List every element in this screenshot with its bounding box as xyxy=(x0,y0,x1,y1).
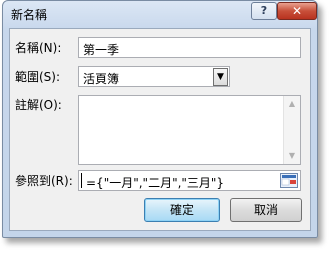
text-cursor xyxy=(81,173,82,188)
close-button[interactable]: ✕ xyxy=(277,2,317,20)
comment-textarea[interactable]: ▲ ▼ xyxy=(78,95,301,165)
name-input[interactable]: 第一季 xyxy=(78,37,301,58)
refers-to-input[interactable]: ={"一月","二月","三月"} xyxy=(78,170,301,191)
scope-label: 範圍(S): xyxy=(15,70,61,84)
scope-select[interactable]: 活頁簿 ▼ xyxy=(78,66,230,87)
name-label: 名稱(N): xyxy=(15,41,62,55)
refers-to-value: ={"一月","二月","三月"} xyxy=(86,176,225,190)
arrow-down-icon[interactable]: ▼ xyxy=(284,148,300,164)
scope-select-value: 活頁簿 xyxy=(83,72,120,86)
arrow-up-icon[interactable]: ▲ xyxy=(284,96,300,112)
help-button[interactable]: ? xyxy=(251,2,277,20)
refers-to-label: 參照到(R): xyxy=(15,174,73,188)
comment-label: 註解(O): xyxy=(15,98,62,112)
cancel-button[interactable]: 取消 xyxy=(230,198,302,222)
ok-button[interactable]: 確定 xyxy=(144,198,220,222)
collapse-dialog-icon[interactable] xyxy=(280,173,298,188)
chevron-down-icon[interactable]: ▼ xyxy=(213,68,228,86)
new-name-dialog: 新名稱 ? ✕ 名稱(N): 第一季 範圍(S): 活頁簿 ▼ 註解(O): ▲… xyxy=(2,0,318,238)
comment-scrollbar[interactable]: ▲ ▼ xyxy=(283,96,300,164)
dialog-body: 名稱(N): 第一季 範圍(S): 活頁簿 ▼ 註解(O): ▲ ▼ 參照到(R… xyxy=(9,28,311,231)
dialog-title: 新名稱 xyxy=(11,8,48,22)
name-input-value: 第一季 xyxy=(83,43,120,57)
